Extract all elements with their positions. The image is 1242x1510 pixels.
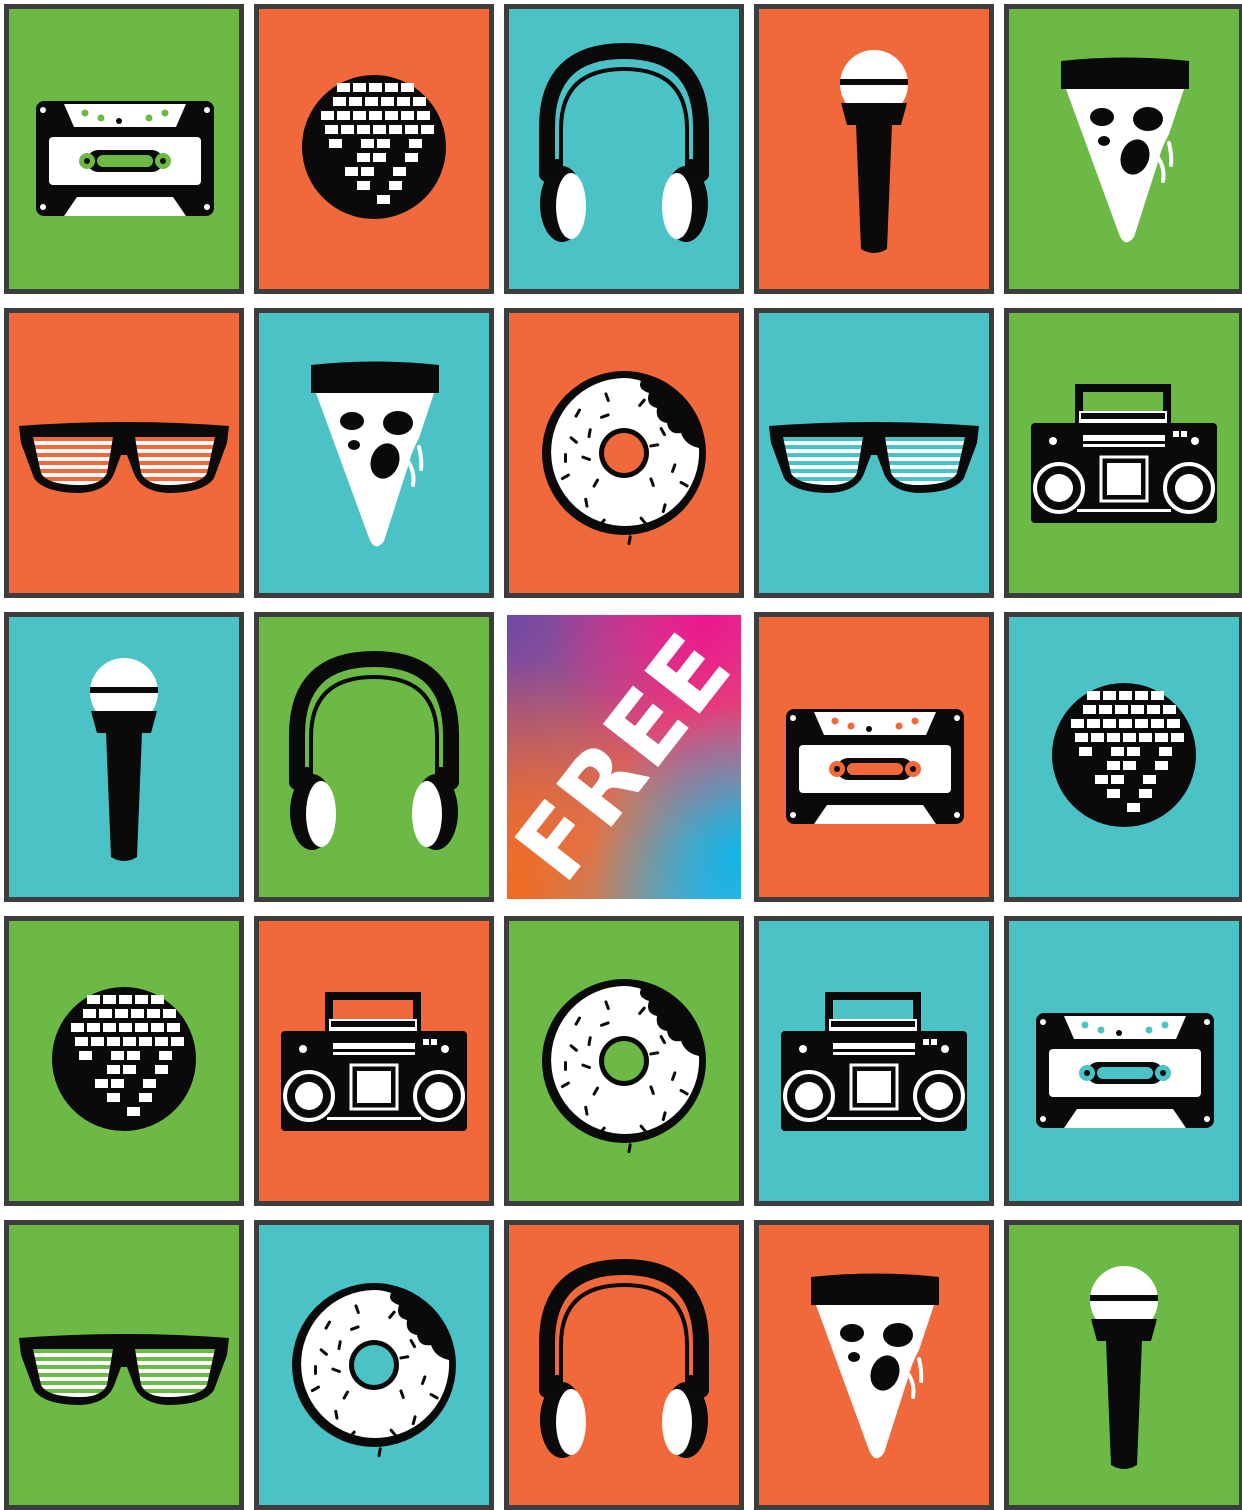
cassette-tape-icon: [786, 709, 964, 824]
pizza-slice-icon: [811, 1273, 939, 1459]
bingo-board: FREE: [0, 0, 1242, 1510]
bingo-cell-r4-c3[interactable]: [504, 916, 744, 1206]
bingo-cell-r3-c1[interactable]: [4, 612, 244, 902]
microphone-icon: [840, 50, 908, 253]
donut-icon: [292, 1283, 456, 1458]
disco-ball-icon: [1052, 683, 1196, 827]
free-label: FREE: [507, 615, 741, 899]
pizza-slice-icon: [311, 361, 439, 547]
bingo-cell-r5-c4[interactable]: [754, 1220, 994, 1510]
donut-icon: [542, 371, 706, 546]
disco-ball-icon: [52, 987, 196, 1131]
microphone-icon: [90, 658, 158, 861]
shutter-shades-icon: [769, 422, 979, 493]
bingo-cell-r3-c2[interactable]: [254, 612, 494, 902]
boombox-icon: [781, 992, 967, 1131]
pizza-slice-icon: [1061, 57, 1189, 243]
bingo-cell-r5-c3[interactable]: [504, 1220, 744, 1510]
bingo-cell-r4-c5[interactable]: [1004, 916, 1242, 1206]
bingo-cell-r5-c5[interactable]: [1004, 1220, 1242, 1510]
headphones-icon: [539, 1258, 709, 1458]
bingo-cell-r1-c1[interactable]: [4, 4, 244, 294]
bingo-cell-r2-c2[interactable]: [254, 308, 494, 598]
bingo-cell-r1-c5[interactable]: [1004, 4, 1242, 294]
shutter-shades-icon: [19, 422, 229, 493]
bingo-cell-r2-c4[interactable]: [754, 308, 994, 598]
bingo-cell-r5-c1[interactable]: [4, 1220, 244, 1510]
bingo-cell-r1-c3[interactable]: [504, 4, 744, 294]
cassette-tape-icon: [1036, 1013, 1214, 1128]
bingo-cell-r3-c4[interactable]: [754, 612, 994, 902]
headphones-icon: [289, 650, 459, 850]
bingo-cell-r2-c3[interactable]: [504, 308, 744, 598]
cassette-tape-icon: [36, 101, 214, 216]
bingo-cell-r5-c2[interactable]: [254, 1220, 494, 1510]
headphones-icon: [539, 42, 709, 242]
shutter-shades-icon: [19, 1334, 229, 1405]
bingo-cell-r2-c5[interactable]: [1004, 308, 1242, 598]
bingo-cell-r4-c1[interactable]: [4, 916, 244, 1206]
bingo-cell-r1-c4[interactable]: [754, 4, 994, 294]
disco-ball-icon: [302, 75, 446, 219]
bingo-cell-r1-c2[interactable]: [254, 4, 494, 294]
bingo-cell-r4-c2[interactable]: [254, 916, 494, 1206]
donut-icon: [542, 979, 706, 1154]
boombox-icon: [281, 992, 467, 1131]
bingo-cell-r2-c1[interactable]: [4, 308, 244, 598]
free-space[interactable]: FREE: [507, 615, 741, 899]
bingo-cell-r4-c4[interactable]: [754, 916, 994, 1206]
microphone-icon: [1090, 1266, 1158, 1469]
bingo-cell-r3-c5[interactable]: [1004, 612, 1242, 902]
boombox-icon: [1031, 384, 1217, 523]
